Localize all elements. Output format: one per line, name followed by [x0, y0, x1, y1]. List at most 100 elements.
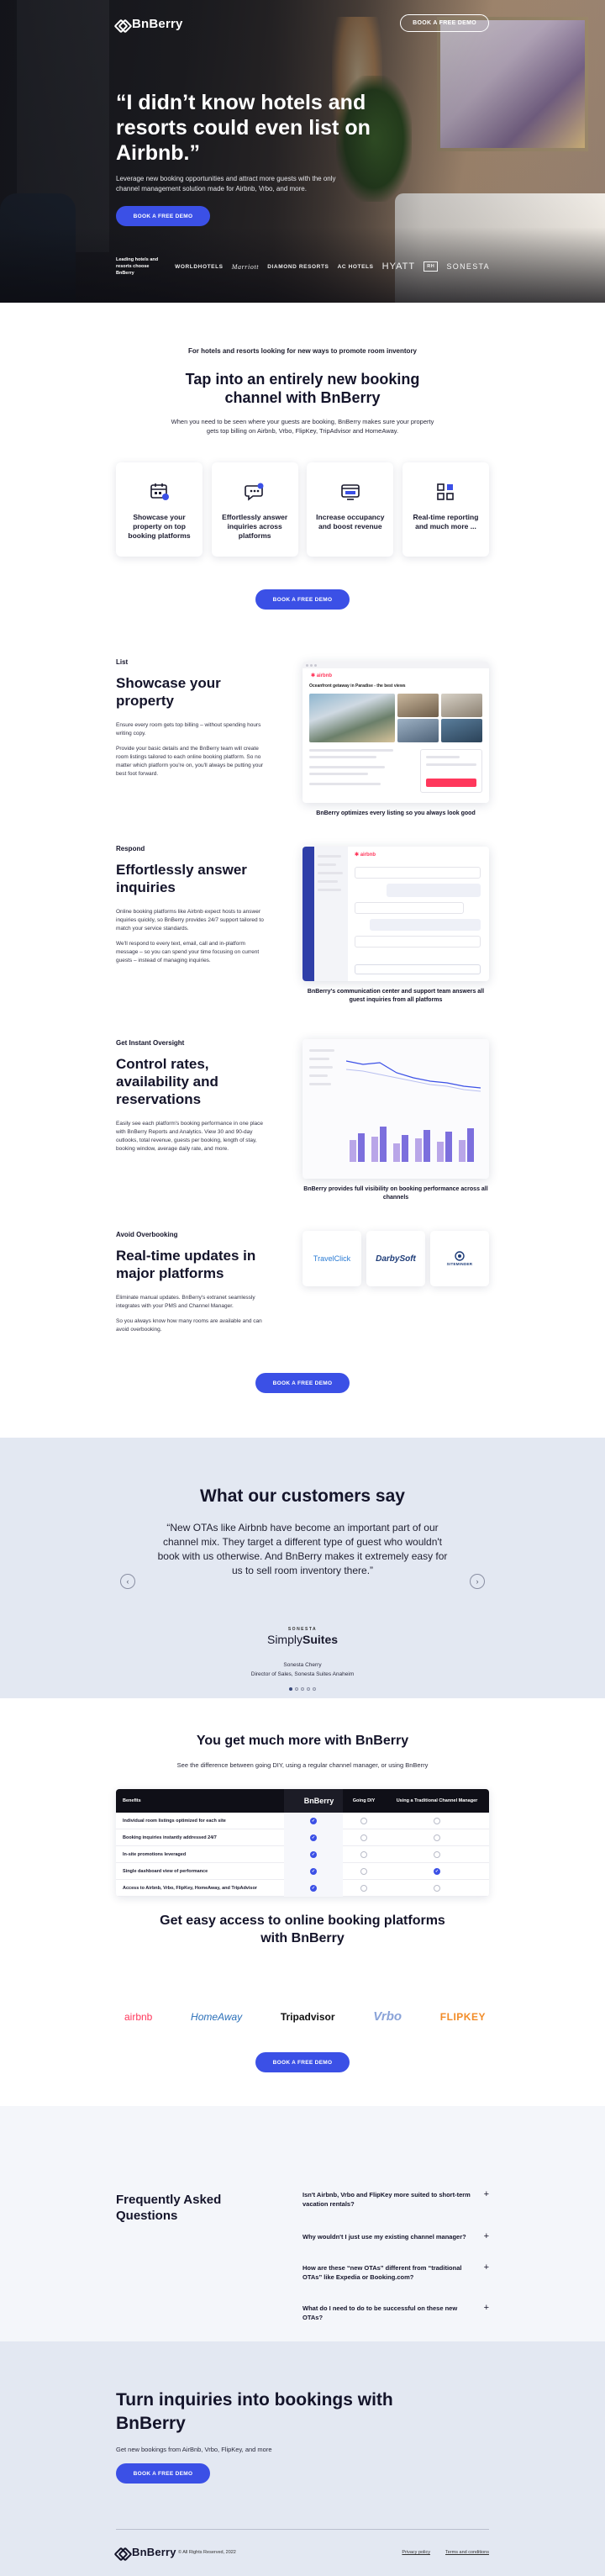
bnberry-logo-icon — [293, 1797, 302, 1805]
carousel-next-button[interactable]: › — [470, 1574, 485, 1589]
benefit-card: Real-time reporting and much more ... — [402, 462, 489, 557]
empty-circle-icon — [434, 1884, 440, 1892]
comparison-cell-tcm — [385, 1850, 489, 1858]
expand-plus-icon[interactable]: + — [484, 2190, 489, 2209]
faq-item[interactable]: What do I need to do to be successful on… — [302, 2304, 489, 2322]
siteminder-logo-icon — [455, 1251, 465, 1261]
platform-logo-flipkey: FLIPKEY — [439, 2010, 486, 2023]
header-logo[interactable]: BnBerry — [116, 17, 183, 31]
footer-divider — [116, 2529, 489, 2530]
header-book-demo-button[interactable]: BOOK A FREE DEMO — [400, 14, 489, 32]
expand-plus-icon[interactable]: + — [484, 2263, 489, 2282]
benefit-card-label: Real-time reporting and much more ... — [413, 513, 479, 531]
check-icon: ✓ — [310, 1834, 317, 1841]
comparison-cell-bnberry: ✓ — [284, 1812, 343, 1829]
comparison-row: In-site promotions leveraged ✓ — [116, 1845, 489, 1863]
faq-item[interactable]: Why wouldn't I just use my existing chan… — [302, 2232, 489, 2241]
comparison-cell-bnberry: ✓ — [284, 1829, 343, 1846]
carousel-dot[interactable] — [295, 1687, 298, 1691]
column-header-benefits: Benefits — [123, 1798, 141, 1803]
listing-photo-main — [309, 694, 395, 742]
expand-plus-icon[interactable]: + — [484, 2232, 489, 2241]
analytics-mockup — [302, 1039, 489, 1179]
empty-circle-icon — [360, 1817, 367, 1824]
intro-subtitle: When you need to be seen where your gues… — [171, 418, 434, 435]
carousel-prev-button[interactable]: ‹ — [120, 1574, 135, 1589]
partner-logo-marriott: Marriott — [231, 262, 260, 271]
empty-circle-icon — [360, 1884, 367, 1892]
feature-caption: BnBerry optimizes every listing so you a… — [316, 810, 476, 816]
comparison-rows: Individual room listings optimized for e… — [116, 1812, 489, 1897]
check-icon: ✓ — [310, 1884, 317, 1892]
benefit-card: Increase occupancy and boost revenue — [307, 462, 394, 557]
easy-access-title: Get easy access to online booking platfo… — [160, 1914, 445, 1945]
message-input — [355, 964, 481, 974]
check-icon: ✓ — [310, 1850, 317, 1858]
carousel-dot[interactable] — [301, 1687, 304, 1691]
cta-subtitle: Get new bookings from AirBnb, Vrbo, Flip… — [116, 2446, 272, 2453]
carousel-dot[interactable] — [307, 1687, 310, 1691]
faq-item[interactable]: How are these “new OTAs” different from … — [302, 2263, 489, 2282]
platform-logo-airbnb: airbnb — [124, 2010, 153, 2023]
cta-book-demo-button[interactable]: BOOK A FREE DEMO — [116, 2463, 210, 2484]
intro-book-demo-button[interactable]: BOOK A FREE DEMO — [255, 589, 350, 610]
carousel-dot[interactable] — [289, 1687, 292, 1691]
check-icon: ✓ — [310, 1817, 317, 1824]
feature-caption: BnBerry's communication center and suppo… — [307, 989, 485, 1003]
booking-widget — [420, 749, 482, 793]
hero-headline: “I didn’t know hotels and resorts could … — [116, 91, 371, 165]
comparison-title: You get much more with BnBerry — [196, 1734, 409, 1748]
footer-links: Privacy policy Terms and conditions — [402, 2550, 489, 2555]
hero-subtitle: Leverage new booking opportunities and a… — [116, 175, 336, 193]
platform-logo-vrbo: Vrbo — [373, 2009, 402, 2024]
carousel-dot[interactable] — [313, 1687, 316, 1691]
footer-logo[interactable]: BnBerry — [116, 2546, 176, 2558]
benefit-card: Showcase your property on top booking pl… — [116, 462, 203, 557]
terms-link[interactable]: Terms and conditions — [445, 2550, 489, 2555]
inbox-sidebar — [302, 847, 314, 981]
integration-darbysoft: DarbySoft — [366, 1231, 425, 1286]
easy-access-book-demo-button[interactable]: BOOK A FREE DEMO — [255, 2052, 350, 2072]
bnberry-logo-icon — [116, 2547, 128, 2558]
feature-respond: Respond Effortlessly answer inquiries On… — [116, 845, 489, 1005]
landing-page: BnBerry BOOK A FREE DEMO “I didn’t know … — [0, 0, 605, 2576]
comparison-cell-tcm: ✓ — [385, 1867, 489, 1875]
comparison-cell-diy — [343, 1834, 385, 1841]
comparison-cell-bnberry: ✓ — [284, 1862, 343, 1880]
expand-plus-icon[interactable]: + — [484, 2304, 489, 2322]
comparison-row-label: Booking inquiries instantly addressed 24… — [123, 1834, 217, 1840]
feature-overbooking: Avoid Overbooking Real-time updates in m… — [116, 1231, 489, 1349]
cta-section: Turn inquiries into bookings with BnBerr… — [0, 2341, 605, 2576]
partner-logo-ac-hotels: AC HOTELS — [337, 263, 374, 270]
partner-logos: Leading hotels and resorts choose BnBerr… — [116, 256, 490, 277]
faq-item[interactable]: Isn't Airbnb, Vrbo and FlipKey more suit… — [302, 2190, 489, 2209]
faq-section: Frequently Asked Questions Isn't Airbnb,… — [0, 2106, 605, 2341]
occupancy-icon — [339, 481, 361, 503]
comparison-row-label: Access to Airbnb, Vrbo, FlipKey, HomeAwa… — [123, 1885, 257, 1891]
listing-photo — [441, 719, 482, 742]
bnberry-logo-icon — [116, 18, 128, 30]
partner-logo-worldhotels: WORLDHOTELS — [175, 263, 224, 270]
feature-respond-screenshot: ✱ airbnb BnBerry's communication center … — [302, 847, 489, 1005]
testimonial-quote: “New OTAs like Airbnb have become an imp… — [157, 1522, 448, 1576]
comparison-row: Booking inquiries instantly addressed 24… — [116, 1829, 489, 1846]
empty-circle-icon — [360, 1867, 367, 1875]
privacy-policy-link[interactable]: Privacy policy — [402, 2550, 430, 2555]
listing-photo — [397, 719, 439, 742]
feature-body: Easily see each platform's booking perfo… — [116, 1121, 264, 1152]
airbnb-logo-icon: ✱ airbnb — [355, 853, 376, 858]
booking-platform-logos: airbnb HomeAway Tripadvisor Vrbo FLIPKEY — [124, 2009, 486, 2024]
bar-chart — [350, 1127, 474, 1162]
comparison-row-label: In-site promotions leveraged — [123, 1851, 187, 1857]
footer-copyright: © All Rights Reserved, 2022 — [178, 2550, 236, 2555]
testimonial-section: What our customers say “New OTAs like Ai… — [0, 1438, 605, 1698]
mock-listing-title: Oceanfront getaway in Paradise - the bes… — [309, 684, 406, 689]
cta-title: Turn inquiries into bookings with BnBerr… — [116, 2390, 393, 2433]
check-icon: ✓ — [310, 1867, 317, 1875]
features-book-demo-button[interactable]: BOOK A FREE DEMO — [255, 1373, 350, 1393]
feature-oversight: Get Instant Oversight Control rates, ava… — [116, 1039, 489, 1207]
comparison-cell-bnberry: ✓ — [284, 1879, 343, 1897]
hero-book-demo-button[interactable]: BOOK A FREE DEMO — [116, 206, 210, 226]
empty-circle-icon — [360, 1834, 367, 1841]
testimonial-brand-logo: SONESTA SimplySuites — [266, 1627, 339, 1646]
